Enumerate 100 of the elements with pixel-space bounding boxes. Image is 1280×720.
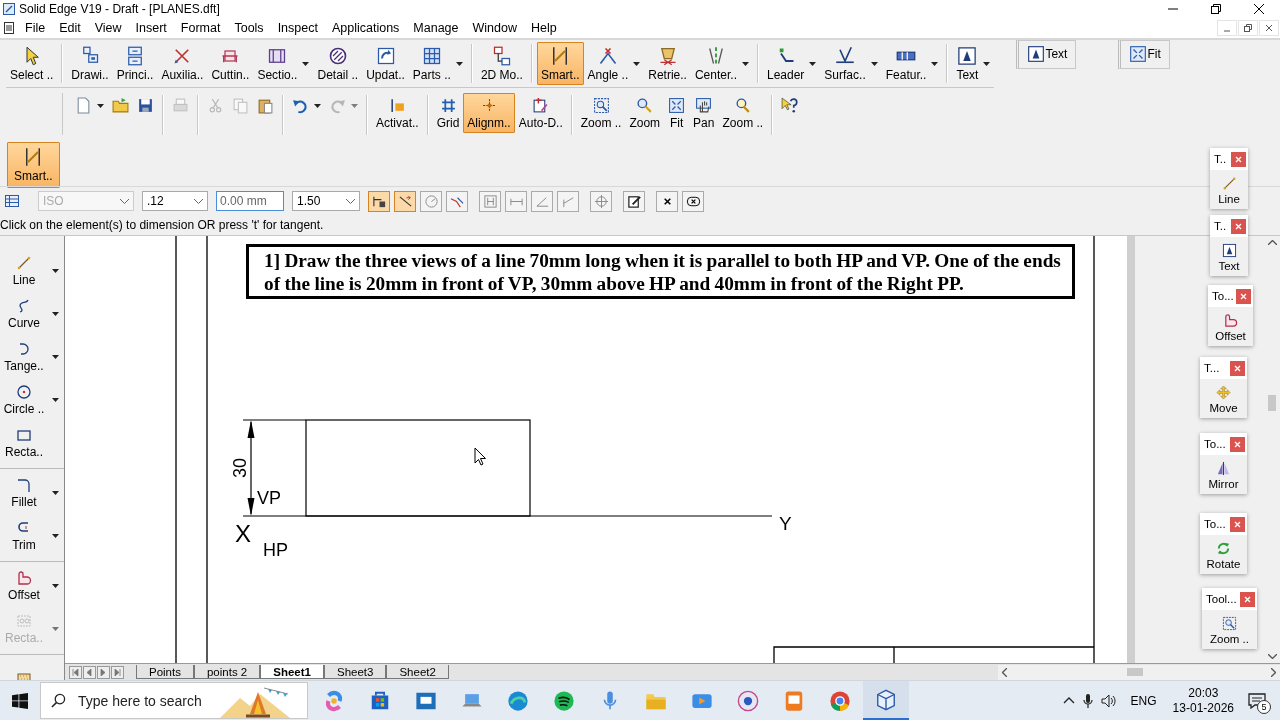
next-sheet-button[interactable]: [97, 665, 110, 679]
menu-item[interactable]: Help: [524, 21, 564, 35]
ribbon-button[interactable]: [656, 190, 678, 212]
toolbar-button[interactable]: Pan: [689, 93, 719, 133]
toolbar-button[interactable]: Updat..: [362, 42, 409, 85]
scroll-down-icon[interactable]: [1267, 654, 1277, 659]
speaker-icon[interactable]: [1100, 693, 1117, 708]
caret-icon[interactable]: [52, 583, 59, 588]
tool-button[interactable]: Offset: [0, 569, 59, 602]
toolbar-button[interactable]: Zoom ..: [576, 93, 626, 133]
offset-field[interactable]: 0.00 mm: [216, 191, 284, 211]
caret-icon[interactable]: [52, 268, 59, 273]
search-field[interactable]: Type here to search: [76, 691, 210, 710]
caret-icon[interactable]: [983, 62, 991, 66]
menu-item[interactable]: Tools: [227, 21, 271, 35]
scrollbar-thumb[interactable]: [1127, 668, 1143, 676]
menu-item[interactable]: Inspect: [270, 21, 325, 35]
caret-icon[interactable]: [742, 62, 749, 66]
menu-item[interactable]: Applications: [324, 21, 407, 35]
sheet-tab[interactable]: Sheet1: [260, 665, 324, 679]
caret-icon[interactable]: [52, 490, 59, 495]
clock-time[interactable]: 20:03: [1188, 685, 1219, 701]
microphone-icon[interactable]: [1082, 692, 1093, 709]
notification-icon[interactable]: [1248, 692, 1266, 709]
menu-item[interactable]: Insert: [128, 21, 174, 35]
tool-button[interactable]: Trim: [0, 519, 59, 552]
palette-tool-button[interactable]: Zoom ..: [1202, 610, 1257, 649]
last-sheet-button[interactable]: [111, 665, 124, 679]
caret-icon[interactable]: [870, 62, 878, 66]
ribbon-button[interactable]: [682, 190, 704, 212]
scrollbar-thumb[interactable]: [1268, 395, 1276, 411]
toolbar-button[interactable]: Smart..: [536, 42, 584, 85]
sheet-tab[interactable]: Sheet2: [386, 665, 449, 679]
toolbar-button[interactable]: Cuttin..: [207, 42, 254, 85]
previous-sheet-button[interactable]: [83, 665, 96, 679]
toolbar-button[interactable]: Select ..: [6, 42, 58, 85]
menu-item[interactable]: Edit: [52, 21, 88, 35]
language-indicator[interactable]: ENG: [1130, 693, 1157, 708]
menu-item[interactable]: Window: [465, 21, 524, 35]
palette-tool-button[interactable]: Line: [1210, 170, 1248, 209]
chevron-up-icon[interactable]: [1062, 697, 1075, 704]
toolbar-button[interactable]: Angle ..: [583, 42, 645, 85]
toolbar-button[interactable]: Leader: [763, 42, 821, 85]
taskbar-app[interactable]: [863, 681, 909, 720]
toolbar-button[interactable]: Activat..: [372, 93, 423, 133]
toolbar-button[interactable]: Center..: [690, 42, 753, 85]
toolbar-button[interactable]: Retrie..: [644, 42, 691, 85]
toolbar-button[interactable]: Zoom: [625, 93, 665, 133]
toolbar-button[interactable]: 2D Mo..: [476, 42, 527, 85]
palette-tool-button[interactable]: Rotate: [1200, 535, 1247, 574]
toolbar-button[interactable]: Princi..: [112, 42, 158, 85]
sheet-tab[interactable]: Sheet3: [323, 665, 387, 679]
caret-icon[interactable]: [97, 103, 104, 108]
close-button[interactable]: [1259, 20, 1279, 36]
toolbar-button[interactable]: Drawi..: [67, 42, 113, 85]
toolbar-button[interactable]: Surfac..: [820, 42, 882, 85]
caret-icon[interactable]: [809, 62, 817, 66]
scroll-right-icon[interactable]: [1271, 667, 1276, 677]
toolbar-button[interactable]: Zoom ..: [718, 93, 768, 133]
scale-dropdown[interactable]: 1.50: [292, 191, 360, 211]
toolbar-button[interactable]: Parts ..: [408, 42, 467, 85]
caret-icon[interactable]: [931, 62, 939, 66]
toolbar-button[interactable]: Grid: [432, 93, 464, 133]
tool-button[interactable]: Recta..: [0, 426, 48, 459]
toolbar-button[interactable]: Auxilia..: [157, 42, 208, 85]
tool-button[interactable]: Line: [0, 254, 59, 287]
caret-icon[interactable]: [52, 354, 59, 359]
caret-icon[interactable]: [52, 311, 59, 316]
scroll-left-icon[interactable]: [1002, 667, 1007, 677]
tool-button[interactable]: Curve: [0, 297, 59, 330]
caret-icon[interactable]: [52, 397, 59, 402]
caret-icon[interactable]: [455, 62, 463, 66]
toolbar-button[interactable]: Detail ..: [313, 42, 363, 85]
ribbon-button[interactable]: [623, 190, 645, 212]
sheet-tab[interactable]: points 2: [193, 665, 261, 679]
palette-tool-button[interactable]: Offset: [1208, 307, 1253, 346]
toolbar-button[interactable]: Fit: [664, 93, 690, 133]
restore-button[interactable]: [1238, 20, 1258, 36]
palette-tool-button[interactable]: Mirror: [1200, 455, 1247, 494]
layout-button[interactable]: [4, 193, 20, 209]
caret-icon[interactable]: [302, 62, 310, 66]
menu-item[interactable]: Format: [173, 21, 228, 35]
tool-button[interactable]: Circle ..: [0, 383, 59, 416]
tool-button[interactable]: Fillet: [0, 476, 59, 509]
windows-logo-icon[interactable]: [12, 692, 28, 709]
toolbar-button[interactable]: Sectio..: [253, 42, 314, 85]
toolbar-button[interactable]: Auto-D..: [514, 93, 567, 133]
caret-icon[interactable]: [633, 62, 641, 66]
menu-item[interactable]: Manage: [406, 21, 466, 35]
clock-date[interactable]: 13-01-2026: [1172, 700, 1234, 716]
toolbar-button[interactable]: Alignm..: [463, 93, 515, 133]
caret-icon[interactable]: [314, 103, 321, 108]
toolbar-button[interactable]: Text: [952, 42, 995, 85]
menu-item[interactable]: File: [18, 21, 53, 35]
ribbon-button[interactable]: [368, 190, 390, 212]
toolbar-button[interactable]: Smart..: [7, 142, 60, 188]
palette-tool-button[interactable]: Text: [1210, 237, 1248, 276]
first-sheet-button[interactable]: [69, 665, 82, 679]
toolbar-button[interactable]: Featur..: [881, 42, 943, 85]
sheet-tab[interactable]: Points: [136, 665, 194, 679]
